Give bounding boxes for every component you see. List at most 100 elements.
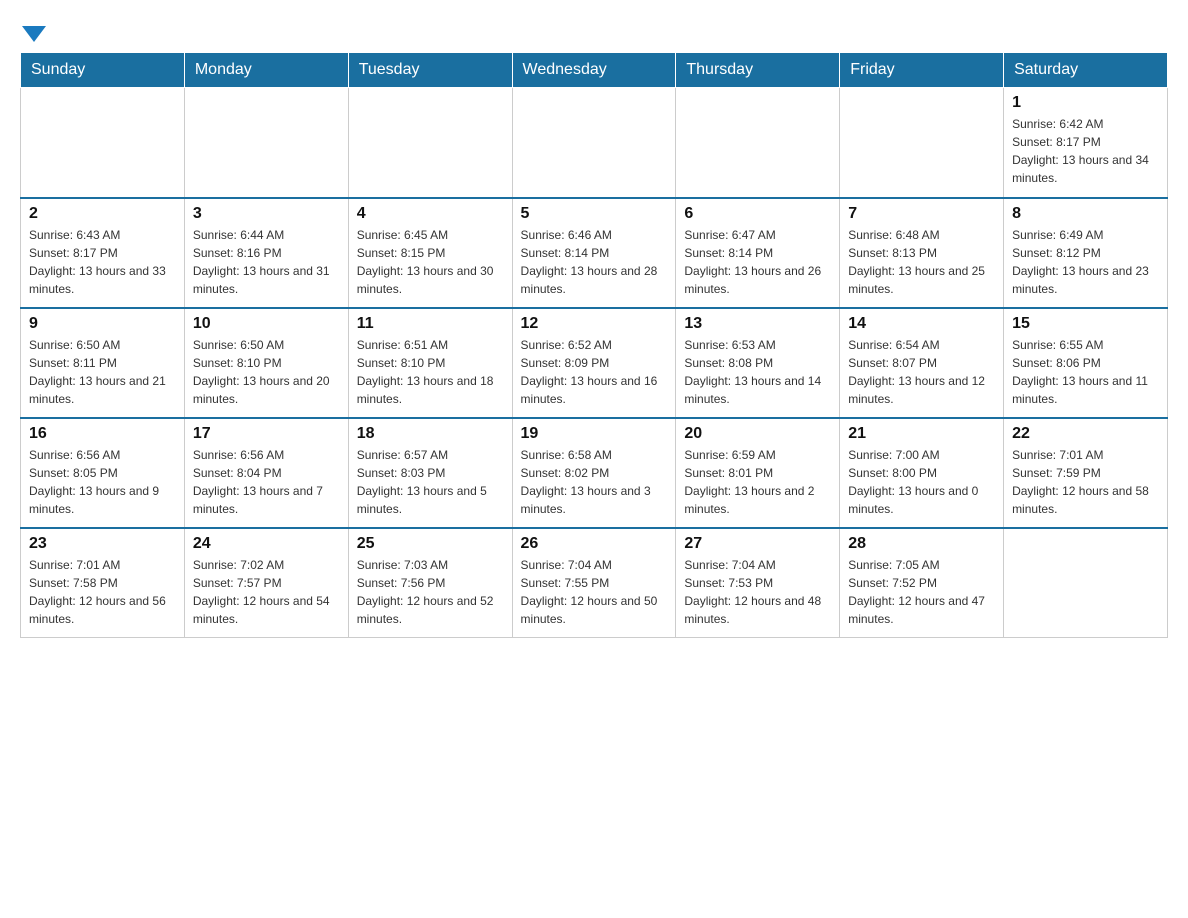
calendar-cell: 27 Sunrise: 7:04 AMSunset: 7:53 PMDayligh… — [676, 528, 840, 638]
day-info: Sunrise: 6:57 AMSunset: 8:03 PMDaylight:… — [357, 446, 504, 518]
day-number: 15 — [1012, 315, 1159, 333]
day-number: 5 — [521, 205, 668, 223]
day-number: 10 — [193, 315, 340, 333]
calendar-cell: 21 Sunrise: 7:00 AMSunset: 8:00 PMDayligh… — [840, 418, 1004, 528]
day-header-thursday: Thursday — [676, 53, 840, 88]
day-number: 20 — [684, 425, 831, 443]
day-number: 12 — [521, 315, 668, 333]
day-number: 18 — [357, 425, 504, 443]
calendar-cell: 2Sunrise: 6:43 AMSunset: 8:17 PMDaylight… — [21, 198, 185, 308]
day-info: Sunrise: 6:42 AMSunset: 8:17 PMDaylight:… — [1012, 115, 1159, 187]
calendar-cell: 23Sunrise: 7:01 AMSunset: 7:58 PMDayligh… — [21, 528, 185, 638]
day-number: 4 — [357, 205, 504, 223]
day-header-tuesday: Tuesday — [348, 53, 512, 88]
day-header-wednesday: Wednesday — [512, 53, 676, 88]
day-info: Sunrise: 7:04 AMSunset: 7:53 PMDaylight:… — [684, 556, 831, 628]
calendar-header: SundayMondayTuesdayWednesdayThursdayFrid… — [21, 53, 1168, 88]
day-number: 8 — [1012, 205, 1159, 223]
calendar-cell: 20 Sunrise: 6:59 AMSunset: 8:01 PMDayligh… — [676, 418, 840, 528]
page-header — [20, 20, 1168, 42]
calendar-cell: 19 Sunrise: 6:58 AMSunset: 8:02 PMDayligh… — [512, 418, 676, 528]
calendar-cell: 11 Sunrise: 6:51 AMSunset: 8:10 PMDayligh… — [348, 308, 512, 418]
day-number: 7 — [848, 205, 995, 223]
calendar-cell — [512, 88, 676, 198]
day-number: 14 — [848, 315, 995, 333]
week-row-2: 2Sunrise: 6:43 AMSunset: 8:17 PMDaylight… — [21, 198, 1168, 308]
calendar-cell: 9Sunrise: 6:50 AMSunset: 8:11 PMDaylight… — [21, 308, 185, 418]
day-info: Sunrise: 7:01 AMSunset: 7:59 PMDaylight:… — [1012, 446, 1159, 518]
calendar-cell: 4Sunrise: 6:45 AMSunset: 8:15 PMDaylight… — [348, 198, 512, 308]
week-row-4: 16 Sunrise: 6:56 AMSunset: 8:05 PMDayligh… — [21, 418, 1168, 528]
day-number: 9 — [29, 315, 176, 333]
week-row-1: 1 Sunrise: 6:42 AMSunset: 8:17 PMDaylight… — [21, 88, 1168, 198]
calendar-cell: 13Sunrise: 6:53 AMSunset: 8:08 PMDayligh… — [676, 308, 840, 418]
calendar-cell: 17Sunrise: 6:56 AMSunset: 8:04 PMDayligh… — [184, 418, 348, 528]
day-info: Sunrise: 6:44 AMSunset: 8:16 PMDaylight:… — [193, 226, 340, 298]
day-info: Sunrise: 7:03 AMSunset: 7:56 PMDaylight:… — [357, 556, 504, 628]
calendar-cell: 24 Sunrise: 7:02 AMSunset: 7:57 PMDayligh… — [184, 528, 348, 638]
calendar-cell: 10 Sunrise: 6:50 AMSunset: 8:10 PMDayligh… — [184, 308, 348, 418]
day-number: 25 — [357, 535, 504, 553]
calendar-cell: 8 Sunrise: 6:49 AMSunset: 8:12 PMDaylight… — [1004, 198, 1168, 308]
calendar-cell — [840, 88, 1004, 198]
day-number: 1 — [1012, 94, 1159, 112]
calendar-cell — [21, 88, 185, 198]
day-info: Sunrise: 7:05 AMSunset: 7:52 PMDaylight:… — [848, 556, 995, 628]
day-info: Sunrise: 6:51 AMSunset: 8:10 PMDaylight:… — [357, 336, 504, 408]
calendar-cell — [348, 88, 512, 198]
day-number: 24 — [193, 535, 340, 553]
day-number: 27 — [684, 535, 831, 553]
day-info: Sunrise: 6:49 AMSunset: 8:12 PMDaylight:… — [1012, 226, 1159, 298]
calendar-cell: 5 Sunrise: 6:46 AMSunset: 8:14 PMDaylight… — [512, 198, 676, 308]
calendar-cell — [1004, 528, 1168, 638]
day-info: Sunrise: 7:01 AMSunset: 7:58 PMDaylight:… — [29, 556, 176, 628]
calendar-cell: 12 Sunrise: 6:52 AMSunset: 8:09 PMDayligh… — [512, 308, 676, 418]
calendar-cell: 16 Sunrise: 6:56 AMSunset: 8:05 PMDayligh… — [21, 418, 185, 528]
day-info: Sunrise: 6:48 AMSunset: 8:13 PMDaylight:… — [848, 226, 995, 298]
day-number: 19 — [521, 425, 668, 443]
day-info: Sunrise: 6:58 AMSunset: 8:02 PMDaylight:… — [521, 446, 668, 518]
logo-arrow-icon — [22, 26, 46, 42]
day-header-saturday: Saturday — [1004, 53, 1168, 88]
day-info: Sunrise: 6:59 AMSunset: 8:01 PMDaylight:… — [684, 446, 831, 518]
day-number: 11 — [357, 315, 504, 333]
day-number: 3 — [193, 205, 340, 223]
week-row-3: 9Sunrise: 6:50 AMSunset: 8:11 PMDaylight… — [21, 308, 1168, 418]
calendar-cell: 18 Sunrise: 6:57 AMSunset: 8:03 PMDayligh… — [348, 418, 512, 528]
calendar-cell: 25 Sunrise: 7:03 AMSunset: 7:56 PMDayligh… — [348, 528, 512, 638]
calendar-cell: 3 Sunrise: 6:44 AMSunset: 8:16 PMDaylight… — [184, 198, 348, 308]
day-number: 16 — [29, 425, 176, 443]
calendar-cell — [676, 88, 840, 198]
calendar-cell: 15 Sunrise: 6:55 AMSunset: 8:06 PMDayligh… — [1004, 308, 1168, 418]
day-info: Sunrise: 6:52 AMSunset: 8:09 PMDaylight:… — [521, 336, 668, 408]
calendar-cell: 26Sunrise: 7:04 AMSunset: 7:55 PMDayligh… — [512, 528, 676, 638]
day-info: Sunrise: 6:47 AMSunset: 8:14 PMDaylight:… — [684, 226, 831, 298]
calendar-cell: 22 Sunrise: 7:01 AMSunset: 7:59 PMDayligh… — [1004, 418, 1168, 528]
day-header-sunday: Sunday — [21, 53, 185, 88]
day-number: 28 — [848, 535, 995, 553]
day-number: 22 — [1012, 425, 1159, 443]
day-info: Sunrise: 6:55 AMSunset: 8:06 PMDaylight:… — [1012, 336, 1159, 408]
calendar-cell: 6Sunrise: 6:47 AMSunset: 8:14 PMDaylight… — [676, 198, 840, 308]
day-number: 13 — [684, 315, 831, 333]
calendar-cell: 28 Sunrise: 7:05 AMSunset: 7:52 PMDayligh… — [840, 528, 1004, 638]
logo-combined — [20, 20, 46, 42]
calendar-cell: 1 Sunrise: 6:42 AMSunset: 8:17 PMDaylight… — [1004, 88, 1168, 198]
day-info: Sunrise: 6:50 AMSunset: 8:10 PMDaylight:… — [193, 336, 340, 408]
logo-row1 — [20, 20, 46, 42]
day-number: 17 — [193, 425, 340, 443]
day-number: 21 — [848, 425, 995, 443]
day-number: 2 — [29, 205, 176, 223]
calendar-cell: 14Sunrise: 6:54 AMSunset: 8:07 PMDayligh… — [840, 308, 1004, 418]
logo — [20, 20, 46, 42]
calendar-table: SundayMondayTuesdayWednesdayThursdayFrid… — [20, 52, 1168, 638]
day-info: Sunrise: 7:02 AMSunset: 7:57 PMDaylight:… — [193, 556, 340, 628]
day-info: Sunrise: 6:56 AMSunset: 8:05 PMDaylight:… — [29, 446, 176, 518]
calendar-cell: 7 Sunrise: 6:48 AMSunset: 8:13 PMDaylight… — [840, 198, 1004, 308]
day-info: Sunrise: 7:00 AMSunset: 8:00 PMDaylight:… — [848, 446, 995, 518]
calendar-cell — [184, 88, 348, 198]
day-number: 26 — [521, 535, 668, 553]
day-info: Sunrise: 6:46 AMSunset: 8:14 PMDaylight:… — [521, 226, 668, 298]
days-of-week-row: SundayMondayTuesdayWednesdayThursdayFrid… — [21, 53, 1168, 88]
week-row-5: 23Sunrise: 7:01 AMSunset: 7:58 PMDayligh… — [21, 528, 1168, 638]
